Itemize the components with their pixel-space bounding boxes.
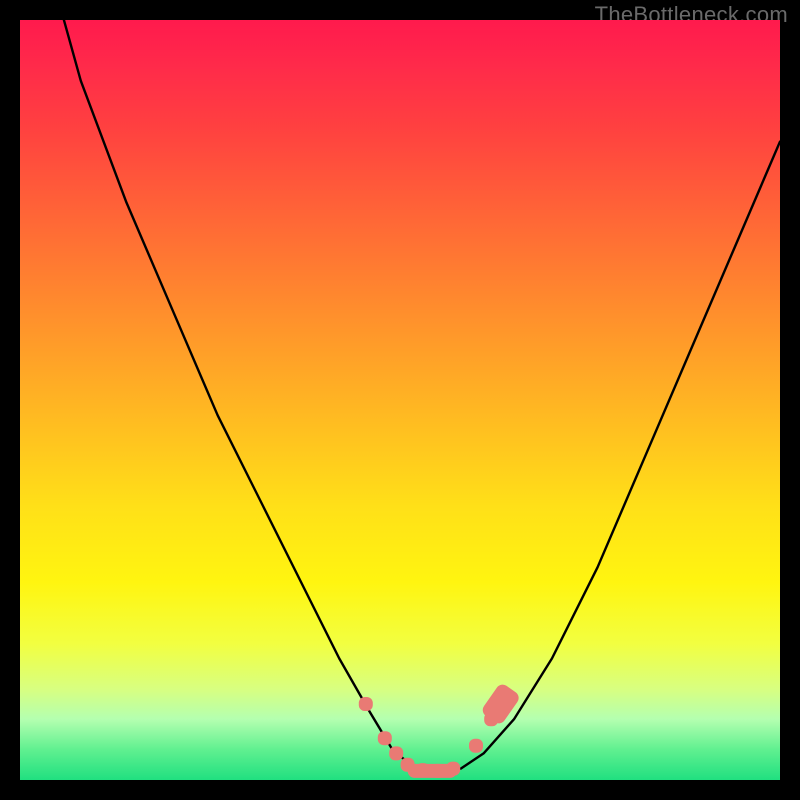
plot-area: [20, 20, 780, 780]
outer-frame: TheBottleneck.com: [0, 0, 800, 800]
heat-gradient-background: [20, 20, 780, 780]
